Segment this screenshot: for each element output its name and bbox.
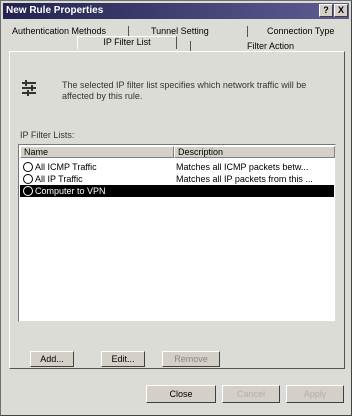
help-button[interactable]: ? — [319, 4, 333, 17]
new-rule-properties-dialog: New Rule Properties ? X Authentication M… — [0, 0, 352, 416]
ip-filter-list[interactable]: Name Description All ICMP Traffic Matche… — [18, 144, 336, 322]
column-header-name[interactable]: Name — [20, 146, 174, 158]
edit-button[interactable]: Edit... — [101, 351, 145, 367]
apply-button[interactable]: Apply — [286, 385, 344, 403]
list-item-all-icmp[interactable]: All ICMP Traffic Matches all ICMP packet… — [20, 161, 334, 173]
close-button[interactable]: Close — [146, 385, 216, 403]
list-item-all-ip[interactable]: All IP Traffic Matches all IP packets fr… — [20, 173, 334, 185]
add-button[interactable]: Add... — [30, 351, 74, 367]
filter-name: All ICMP Traffic — [35, 162, 97, 172]
tab-ip-filter-list[interactable]: IP Filter List — [77, 36, 177, 49]
tab-tunnel-setting[interactable]: Tunnel Setting — [151, 26, 209, 36]
filter-name: All IP Traffic — [35, 174, 83, 184]
ip-filter-list-panel: The selected IP filter list specifies wh… — [9, 51, 345, 369]
tab-filter-action[interactable]: Filter Action — [247, 41, 294, 51]
remove-button[interactable]: Remove — [162, 351, 220, 367]
window-title: New Rule Properties — [6, 5, 104, 16]
close-window-button[interactable]: X — [334, 4, 348, 17]
cancel-button[interactable]: Cancel — [222, 385, 280, 403]
filter-description: Matches all IP packets from this ... — [176, 174, 313, 184]
radio-button[interactable] — [23, 186, 33, 196]
radio-button[interactable] — [23, 174, 33, 184]
column-header-description[interactable]: Description — [174, 146, 335, 158]
filter-name: Computer to VPN — [35, 186, 106, 196]
rule-description: The selected IP filter list specifies wh… — [62, 80, 307, 101]
ip-filter-lists-label: IP Filter Lists: — [20, 130, 75, 140]
tab-authentication-methods[interactable]: Authentication Methods — [12, 26, 106, 36]
list-item-computer-to-vpn[interactable]: Computer to VPN — [20, 185, 334, 197]
radio-button[interactable] — [23, 162, 33, 172]
title-bar[interactable]: New Rule Properties ? X — [3, 3, 349, 19]
filter-list-icon — [22, 80, 36, 96]
tab-connection-type[interactable]: Connection Type — [267, 26, 334, 36]
filter-description: Matches all ICMP packets betw... — [176, 162, 309, 172]
tab-separator — [247, 26, 248, 37]
